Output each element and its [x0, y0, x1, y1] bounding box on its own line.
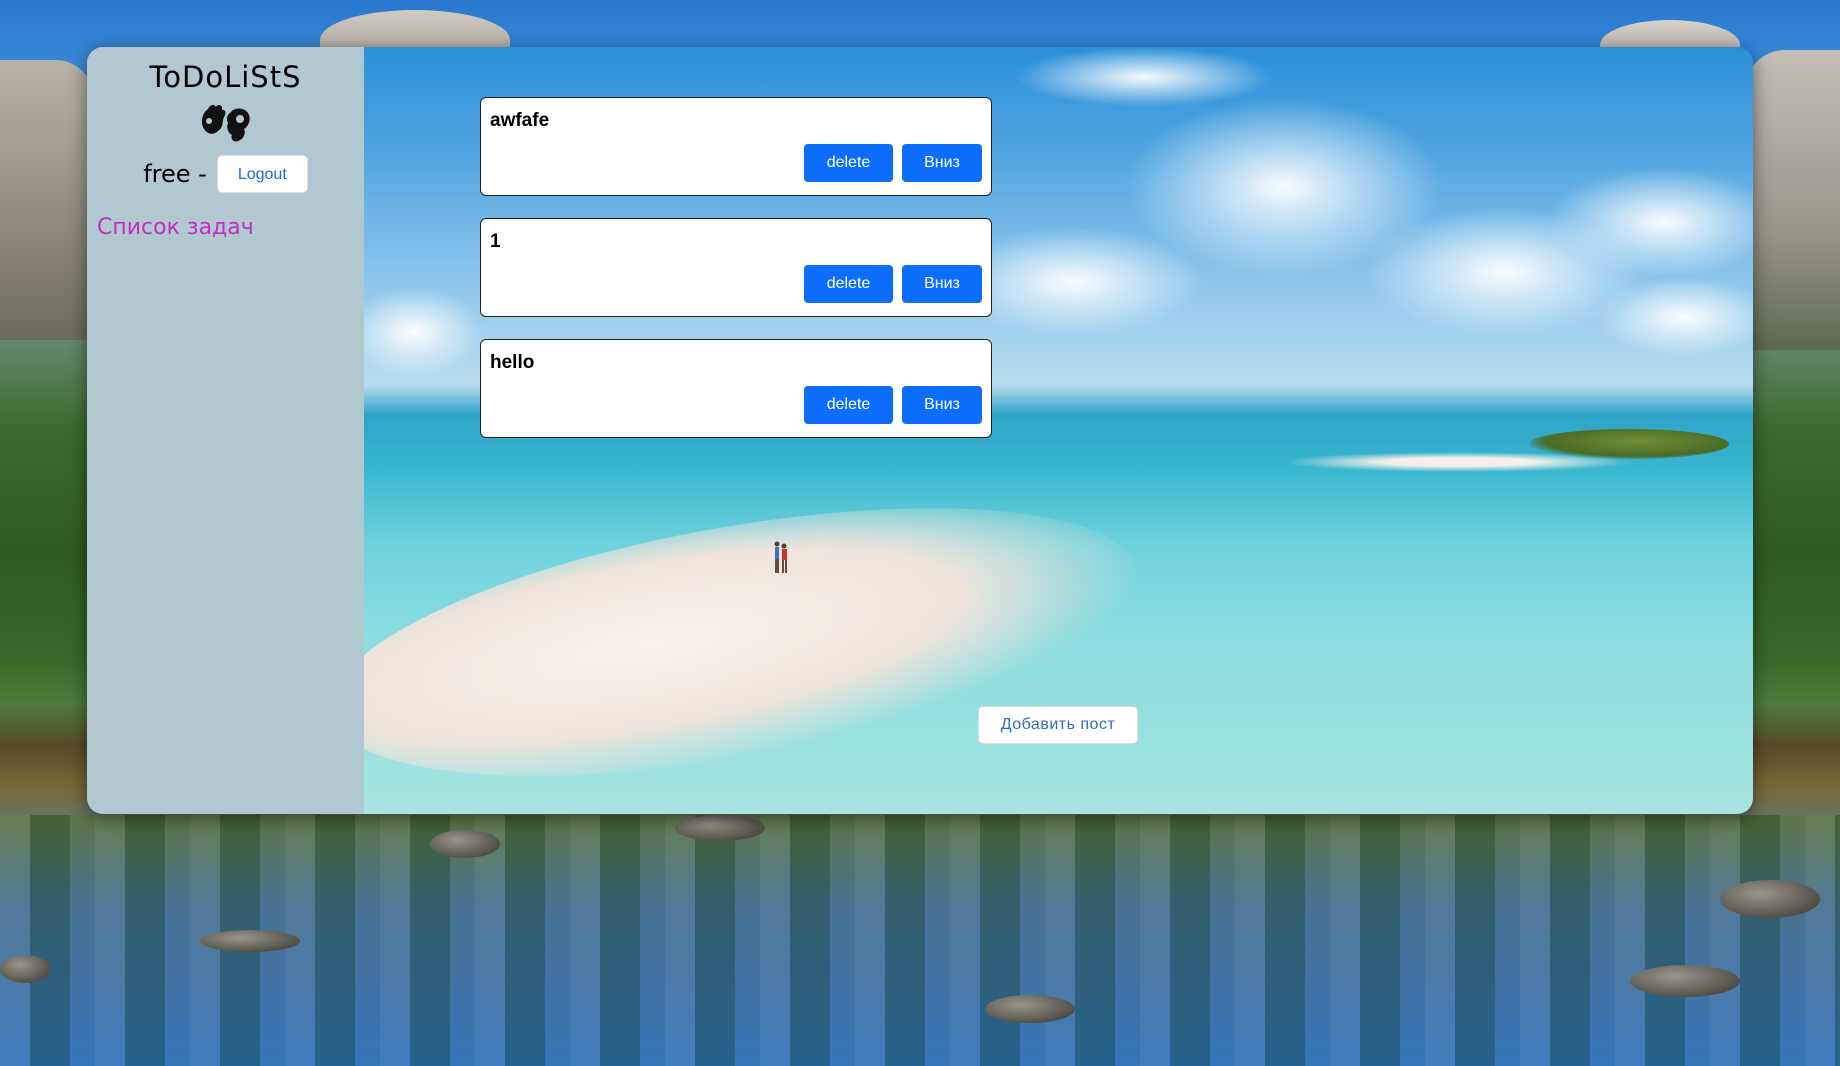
user-name: free - — [143, 160, 207, 188]
cliff-right — [1745, 50, 1840, 350]
app-title: ToDoLiStS — [149, 60, 302, 94]
task-title: hello — [490, 352, 535, 373]
main-content: awfafe delete Вниз 1 delete Вниз hello d… — [364, 47, 1753, 814]
move-down-button[interactable]: Вниз — [902, 265, 982, 303]
logout-button[interactable]: Logout — [216, 155, 308, 193]
task-actions: delete Вниз — [804, 144, 982, 182]
task-card: 1 delete Вниз — [480, 218, 992, 317]
rock — [985, 995, 1075, 1023]
task-card: hello delete Вниз — [480, 339, 992, 438]
app-window: ToDoLiStS free - Logout Список задач awf… — [87, 47, 1753, 814]
task-actions: delete Вниз — [804, 265, 982, 303]
rock — [430, 830, 500, 858]
sandbar — [364, 457, 1158, 814]
task-list: awfafe delete Вниз 1 delete Вниз hello d… — [480, 97, 992, 460]
move-down-button[interactable]: Вниз — [902, 144, 982, 182]
rock — [1720, 880, 1820, 918]
move-down-button[interactable]: Вниз — [902, 386, 982, 424]
cloud — [1014, 47, 1274, 107]
people-figure — [774, 541, 787, 573]
task-actions: delete Вниз — [804, 386, 982, 424]
rock — [1630, 965, 1740, 997]
user-row: free - Logout — [87, 155, 364, 193]
cloud — [364, 287, 484, 377]
add-post-button[interactable]: Добавить пост — [978, 706, 1138, 744]
island — [1529, 429, 1729, 459]
hands-sign-language-icon — [201, 104, 250, 142]
delete-button[interactable]: delete — [804, 144, 893, 182]
rock — [0, 955, 50, 983]
sidebar: ToDoLiStS free - Logout Список задач — [87, 47, 364, 814]
cliff-left — [0, 60, 95, 340]
task-card: awfafe delete Вниз — [480, 97, 992, 196]
task-title: 1 — [490, 231, 501, 252]
rock — [675, 815, 765, 841]
rock — [200, 930, 300, 952]
delete-button[interactable]: delete — [804, 386, 893, 424]
cloud — [1594, 277, 1753, 357]
delete-button[interactable]: delete — [804, 265, 893, 303]
task-title: awfafe — [490, 110, 550, 131]
nav-link-task-list[interactable]: Список задач — [97, 215, 254, 240]
